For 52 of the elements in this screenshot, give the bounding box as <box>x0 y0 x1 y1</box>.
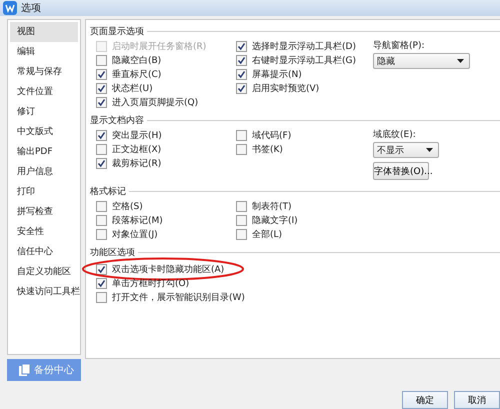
checkbox-option[interactable]: 裁剪标记(R) <box>96 156 162 170</box>
section-title: 功能区选项 <box>90 246 135 259</box>
checkbox-option[interactable]: 启用实时预览(V) <box>236 82 320 94</box>
checkbox-option[interactable]: 右键时显示浮动工具栏(G) <box>236 54 356 66</box>
check-icon <box>97 130 106 140</box>
checkbox-option[interactable]: 状态栏(U) <box>96 82 153 94</box>
checkbox-option[interactable]: 突出显示(H) <box>96 128 162 142</box>
check-icon <box>97 158 106 168</box>
sidebar-item[interactable]: 快速访问工具栏 <box>10 282 78 302</box>
checkbox-option[interactable]: 空格(S) <box>96 200 143 212</box>
ok-button[interactable]: 确定 <box>402 391 448 409</box>
checkbox-option[interactable]: 单击方框时打勾(O) <box>96 276 190 290</box>
dropdown[interactable]: 隐藏 <box>373 53 470 69</box>
document-icon <box>19 364 30 376</box>
sidebar-item[interactable]: 中文版式 <box>10 122 78 142</box>
section-title: 页面显示选项 <box>90 26 144 38</box>
sidebar-item[interactable]: 信任中心 <box>10 242 78 262</box>
checkbox-option[interactable]: 域代码(F) <box>236 128 292 142</box>
checkbox-option[interactable]: 全部(L) <box>236 228 282 240</box>
window-title: 选项 <box>21 2 41 15</box>
sidebar-item[interactable]: 文件位置 <box>10 82 78 102</box>
sidebar-item[interactable]: 输出PDF <box>10 142 78 162</box>
sidebar-item[interactable]: 常规与保存 <box>10 62 78 82</box>
checkbox-option[interactable]: 选择时显示浮动工具栏(D) <box>236 40 356 52</box>
sidebar-item[interactable]: 拼写检查 <box>10 202 78 222</box>
caret-icon <box>457 59 464 63</box>
checkbox-option[interactable]: 对象位置(J) <box>96 228 158 240</box>
caret-icon <box>426 148 433 152</box>
cancel-button[interactable]: 取消 <box>454 391 500 409</box>
section-title: 显示文档内容 <box>90 114 144 127</box>
sidebar-item[interactable]: 安全性 <box>10 222 78 242</box>
field-label: 导航窗格(P): <box>373 40 426 52</box>
sidebar-item[interactable]: 视图 <box>10 22 78 42</box>
sidebar-item[interactable]: 打印 <box>10 182 78 202</box>
checkbox-option[interactable]: 进入页眉页脚提示(Q) <box>96 96 198 108</box>
checkbox-option[interactable]: 隐藏文字(I) <box>236 214 298 226</box>
sidebar-item[interactable]: 自定义功能区 <box>10 262 78 282</box>
sidebar-item[interactable]: 修订 <box>10 102 78 122</box>
sidebar-item[interactable]: 编辑 <box>10 42 78 62</box>
checkbox-option[interactable]: 书签(K) <box>236 142 283 156</box>
checkbox-option[interactable]: 屏幕提示(N) <box>236 68 302 80</box>
checkbox-option[interactable]: 段落标记(M) <box>96 214 163 226</box>
app-logo-icon <box>3 1 17 15</box>
checkbox-option[interactable]: 隐藏空白(B) <box>96 54 162 66</box>
field-label: 域底纹(E): <box>373 128 417 141</box>
sidebar-item[interactable]: 用户信息 <box>10 162 78 182</box>
section-title: 格式标记 <box>90 186 126 198</box>
checkbox-option[interactable]: 正文边框(X) <box>96 142 162 156</box>
checkbox-option[interactable]: 制表符(T) <box>236 200 292 212</box>
dropdown[interactable]: 不显示 <box>373 142 439 158</box>
checkbox-option[interactable]: 打开文件，展示智能识别目录(W) <box>96 290 245 304</box>
checkbox-option[interactable]: 垂直标尺(C) <box>96 68 162 80</box>
